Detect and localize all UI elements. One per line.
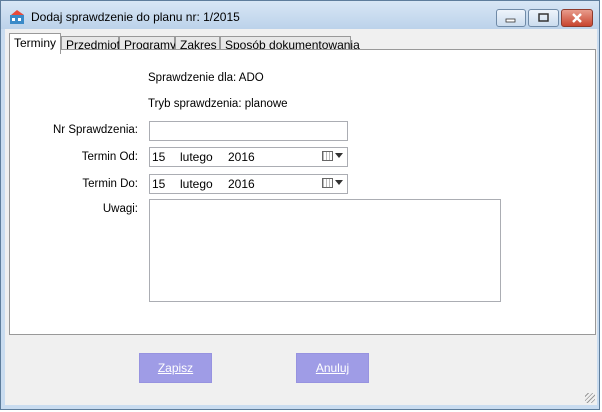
title-bar[interactable]: Dodaj sprawdzenie do planu nr: 1/2015 — [1, 1, 599, 29]
termin-do-month[interactable]: lutego — [180, 177, 213, 191]
dialog-client-area: Terminy Przedmiot Programy Zakres Sposób… — [5, 29, 597, 405]
calendar-icon[interactable] — [322, 178, 333, 188]
close-button[interactable] — [561, 9, 593, 27]
save-button[interactable]: Zapisz — [139, 353, 212, 383]
dialog-window: Dodaj sprawdzenie do planu nr: 1/2015 Te… — [0, 0, 600, 410]
window-title: Dodaj sprawdzenie do planu nr: 1/2015 — [31, 10, 240, 24]
uwagi-label: Uwagi: — [102, 203, 138, 215]
minimize-button[interactable] — [496, 9, 526, 27]
termin-do-year[interactable]: 2016 — [228, 177, 255, 191]
termin-od-day[interactable]: 15 — [152, 150, 165, 164]
chevron-down-icon[interactable] — [335, 180, 343, 185]
tryb-sprawdzenia-text: Tryb sprawdzenia: planowe — [148, 98, 288, 110]
termin-od-year[interactable]: 2016 — [228, 150, 255, 164]
termin-od-month[interactable]: lutego — [180, 150, 213, 164]
calendar-icon[interactable] — [322, 151, 333, 161]
chevron-down-icon[interactable] — [335, 153, 343, 158]
uwagi-textarea[interactable] — [149, 199, 501, 302]
termin-do-label: Termin Do: — [82, 178, 138, 190]
app-logo-icon — [10, 10, 24, 24]
maximize-icon — [538, 13, 549, 22]
nr-sprawdzenia-label: Nr Sprawdzenia: — [52, 124, 138, 136]
termin-do-day[interactable]: 15 — [152, 177, 165, 191]
nr-sprawdzenia-input[interactable] — [149, 121, 348, 141]
maximize-button[interactable] — [528, 9, 559, 27]
termin-od-datepicker[interactable]: 15 lutego 2016 — [149, 147, 348, 167]
termin-od-label: Termin Od: — [81, 151, 138, 163]
cancel-button[interactable]: Anuluj — [296, 353, 369, 383]
resize-grip[interactable] — [585, 393, 595, 403]
termin-do-datepicker[interactable]: 15 lutego 2016 — [149, 174, 348, 194]
minimize-icon — [505, 18, 516, 23]
sprawdzenie-dla-text: Sprawdzenie dla: ADO — [148, 72, 264, 84]
close-icon — [572, 13, 582, 23]
tab-panel-terminy: Sprawdzenie dla: ADO Tryb sprawdzenia: p… — [9, 49, 596, 335]
tab-terminy[interactable]: Terminy — [9, 33, 61, 54]
